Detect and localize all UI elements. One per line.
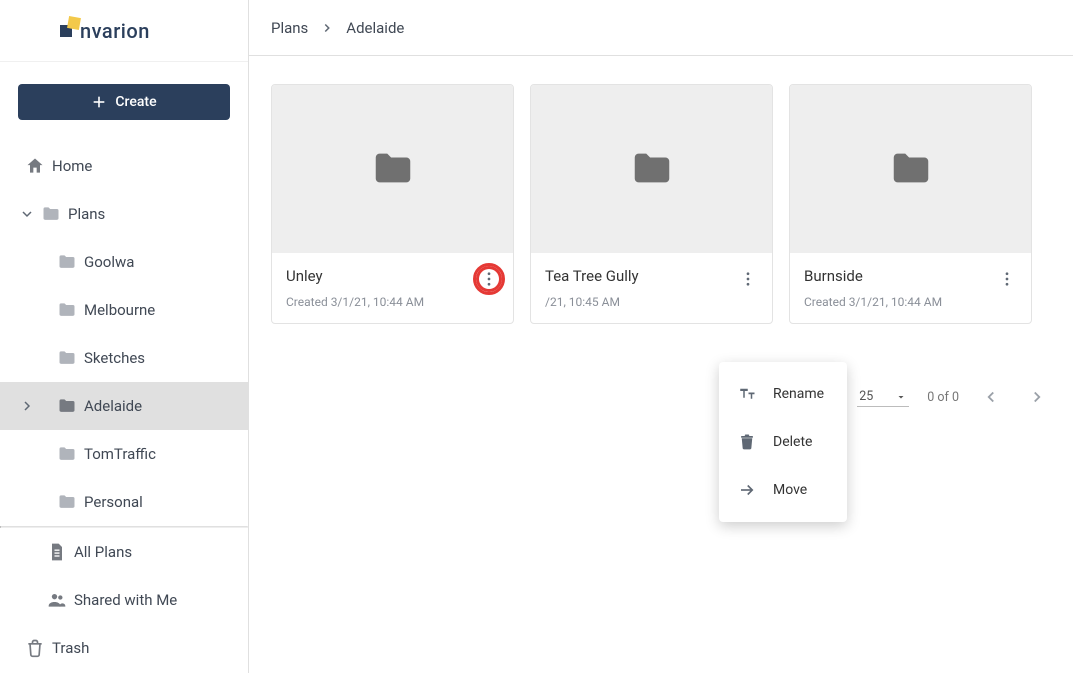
page-range: 0 of 0 bbox=[927, 390, 959, 405]
create-label: Create bbox=[115, 94, 156, 110]
cards-grid: Unley Created 3/1/21, 10:44 AM bbox=[271, 84, 1051, 324]
folder-icon bbox=[54, 492, 80, 512]
context-label: Rename bbox=[773, 386, 824, 402]
folder-icon bbox=[54, 252, 80, 272]
nav-label: Personal bbox=[84, 493, 143, 511]
dropdown-icon bbox=[895, 391, 907, 403]
page-next-button[interactable] bbox=[1023, 383, 1051, 411]
card-thumbnail bbox=[790, 85, 1031, 253]
card-menu-button[interactable] bbox=[991, 263, 1023, 295]
card-menu-button[interactable] bbox=[732, 263, 764, 295]
nav-label: Home bbox=[52, 157, 92, 175]
nav-child-melbourne[interactable]: Melbourne bbox=[0, 286, 248, 334]
nav-child-sketches[interactable]: Sketches bbox=[0, 334, 248, 382]
card-title: Tea Tree Gully bbox=[545, 267, 758, 285]
nav-label: Plans bbox=[68, 205, 105, 223]
nav-plans[interactable]: Plans bbox=[0, 190, 248, 238]
people-icon bbox=[44, 590, 70, 610]
nav-label: Melbourne bbox=[84, 301, 155, 319]
nav-label: Trash bbox=[52, 639, 89, 657]
nav-label: TomTraffic bbox=[84, 445, 156, 463]
card-title: Unley bbox=[286, 267, 499, 285]
context-rename[interactable]: Rename bbox=[719, 370, 847, 418]
context-label: Delete bbox=[773, 434, 812, 450]
context-move[interactable]: Move bbox=[719, 466, 847, 514]
create-button[interactable]: Create bbox=[18, 84, 230, 120]
nav-label: Shared with Me bbox=[74, 591, 177, 609]
sidebar-nav: Home Plans Goolwa Melbourne bbox=[0, 138, 248, 673]
nav-child-personal[interactable]: Personal bbox=[0, 478, 248, 526]
context-menu: Rename Delete Move bbox=[719, 362, 847, 522]
card-subtitle: /21, 10:45 AM bbox=[545, 295, 758, 309]
items-per-page-value: 25 bbox=[859, 389, 873, 404]
nav-all-plans[interactable]: All Plans bbox=[0, 528, 248, 576]
folder-icon bbox=[54, 348, 80, 368]
chevron-down-icon bbox=[16, 206, 38, 222]
breadcrumb-current: Adelaide bbox=[346, 19, 404, 37]
folder-card[interactable]: Tea Tree Gully /21, 10:45 AM bbox=[530, 84, 773, 324]
home-icon bbox=[22, 156, 48, 176]
plus-icon bbox=[91, 94, 107, 110]
nav-child-adelaide[interactable]: Adelaide bbox=[0, 382, 248, 430]
chevron-right-icon bbox=[16, 398, 38, 414]
nav-label: All Plans bbox=[74, 543, 132, 561]
logo-text: nvarion bbox=[80, 19, 150, 43]
nav-home[interactable]: Home bbox=[0, 142, 248, 190]
folder-icon bbox=[54, 444, 80, 464]
document-icon bbox=[44, 542, 70, 562]
trash-icon bbox=[737, 433, 757, 451]
arrow-right-icon bbox=[737, 481, 757, 499]
more-vert-icon bbox=[739, 270, 757, 288]
card-subtitle: Created 3/1/21, 10:44 AM bbox=[804, 295, 1017, 309]
folder-icon bbox=[38, 204, 64, 224]
page-prev-button[interactable] bbox=[977, 383, 1005, 411]
nav-label: Goolwa bbox=[84, 253, 134, 271]
nav-label: Adelaide bbox=[84, 397, 142, 415]
nav-child-goolwa[interactable]: Goolwa bbox=[0, 238, 248, 286]
main: Plans Adelaide Unley Created 3/1/21, 10:… bbox=[249, 0, 1073, 673]
breadcrumb: Plans Adelaide bbox=[249, 0, 1073, 56]
card-menu-button[interactable] bbox=[473, 263, 505, 295]
context-delete[interactable]: Delete bbox=[719, 418, 847, 466]
folder-icon bbox=[54, 396, 80, 416]
more-vert-icon bbox=[480, 270, 498, 288]
nav-trash[interactable]: Trash bbox=[0, 624, 248, 672]
nav-shared[interactable]: Shared with Me bbox=[0, 576, 248, 624]
card-thumbnail bbox=[531, 85, 772, 253]
folder-card[interactable]: Burnside Created 3/1/21, 10:44 AM bbox=[789, 84, 1032, 324]
card-title: Burnside bbox=[804, 267, 1017, 285]
logo-block: nvarion bbox=[0, 0, 248, 62]
text-format-icon bbox=[737, 385, 757, 403]
items-per-page-select[interactable]: 25 bbox=[857, 387, 909, 407]
folder-icon bbox=[54, 300, 80, 320]
more-vert-icon bbox=[998, 270, 1016, 288]
card-subtitle: Created 3/1/21, 10:44 AM bbox=[286, 295, 499, 309]
nav-label: Sketches bbox=[84, 349, 145, 367]
chevron-right-icon bbox=[320, 21, 334, 35]
sidebar: nvarion Create Home bbox=[0, 0, 249, 673]
logo: nvarion bbox=[60, 19, 150, 43]
card-thumbnail bbox=[272, 85, 513, 253]
logo-mark-icon bbox=[60, 22, 78, 40]
context-label: Move bbox=[773, 482, 807, 498]
content: Unley Created 3/1/21, 10:44 AM bbox=[249, 56, 1073, 673]
folder-card[interactable]: Unley Created 3/1/21, 10:44 AM bbox=[271, 84, 514, 324]
trash-icon bbox=[22, 638, 48, 658]
nav-child-tomtraffic[interactable]: TomTraffic bbox=[0, 430, 248, 478]
breadcrumb-root[interactable]: Plans bbox=[271, 19, 308, 37]
